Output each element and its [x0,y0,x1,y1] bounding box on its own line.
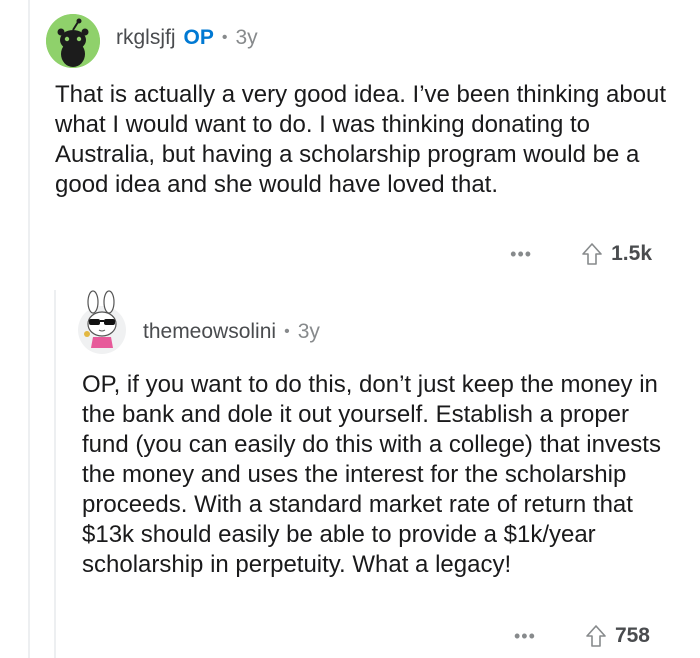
vote-score: 758 [614,624,650,647]
op-badge: OP [183,26,214,49]
username-link[interactable]: themeowsolini [143,320,276,344]
upvote-arrow-icon[interactable] [585,624,607,648]
avatar[interactable] [76,290,128,354]
vote-control: 758 [585,624,650,648]
vote-control: 1.5k [581,242,652,266]
comment-actions: ••• 1.5k [491,242,652,266]
comment-age: 3y [297,320,320,343]
comment-meta: themeowsolini • 3y [143,320,320,344]
bunny-sunglasses-avatar-icon [78,290,126,354]
comment-actions: ••• 758 [495,624,650,648]
separator-dot: • [284,323,290,340]
comment-body: That is actually a very good idea. I’ve … [55,81,667,198]
thread-line[interactable] [28,0,30,658]
username-link[interactable]: rkglsjfj [116,26,176,50]
thread-line[interactable] [54,290,56,658]
vote-score: 1.5k [611,242,652,265]
avatar[interactable] [46,14,100,68]
comment-age: 3y [235,26,258,49]
comment-body: OP, if you want to do this, don’t just k… [82,371,661,578]
more-options-button[interactable]: ••• [491,244,551,265]
comment-meta: rkglsjfj OP • 3y [116,26,258,50]
upvote-arrow-icon[interactable] [581,242,603,266]
separator-dot: • [221,29,228,46]
more-options-button[interactable]: ••• [495,626,555,647]
green-snoo-avatar-icon [46,14,100,68]
